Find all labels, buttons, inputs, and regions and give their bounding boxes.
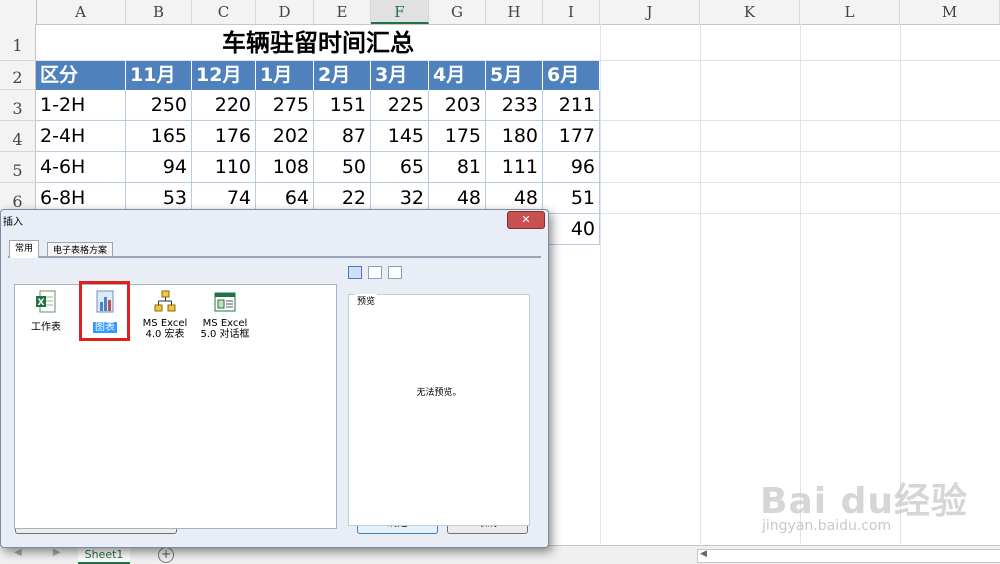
template-excel5-dialog[interactable]: MS Excel 5.0 对话框 [195, 290, 255, 340]
column-header-h[interactable]: H [486, 0, 543, 24]
row-label-cell[interactable]: 4-6H [36, 152, 126, 183]
column-header-l[interactable]: L [800, 0, 900, 24]
table-cell[interactable]: 94 [126, 152, 192, 183]
table-cell[interactable]: 81 [429, 152, 486, 183]
table-cell[interactable]: 65 [371, 152, 429, 183]
table-cell[interactable]: 220 [192, 90, 256, 121]
table-cell[interactable]: 50 [314, 152, 371, 183]
sheet-tab-sheet1[interactable]: Sheet1 [78, 546, 130, 564]
header-cell[interactable]: 3月 [371, 61, 429, 90]
table-cell[interactable]: 250 [126, 90, 192, 121]
table-cell[interactable]: 87 [314, 121, 371, 152]
table-cell[interactable]: 275 [256, 90, 314, 121]
dialog-title: 插入 [3, 217, 23, 228]
select-all-corner[interactable] [0, 0, 37, 24]
column-header-f[interactable]: F [371, 0, 429, 24]
header-cell[interactable]: 1月 [256, 61, 314, 90]
horizontal-scrollbar[interactable]: ◀ [697, 549, 1000, 563]
template-excel4-macro[interactable]: MS Excel 4.0 宏表 [135, 290, 195, 340]
dialog-close-button[interactable]: ✕ [507, 211, 545, 229]
table-cell[interactable]: 203 [429, 90, 486, 121]
table-cell[interactable]: 233 [486, 90, 543, 121]
column-header-i[interactable]: I [543, 0, 600, 24]
column-header-j[interactable]: J [600, 0, 700, 24]
table-cell[interactable]: 202 [256, 121, 314, 152]
gridline [700, 24, 701, 544]
row-header-4[interactable]: 4 [0, 121, 36, 152]
svg-text:X: X [38, 298, 45, 308]
table-cell[interactable]: 40 [543, 214, 600, 245]
scroll-left-arrow-icon[interactable]: ◀ [700, 549, 707, 559]
tab-common[interactable]: 常用 [9, 240, 40, 258]
macro-sheet-icon [154, 290, 176, 314]
row-header-2[interactable]: 2 [0, 61, 36, 90]
header-cell[interactable]: 6月 [543, 61, 600, 90]
column-header-m[interactable]: M [900, 0, 1000, 24]
preview-group: 预览 无法预览。 [348, 294, 530, 526]
column-header-k[interactable]: K [700, 0, 800, 24]
sheet-title-cell[interactable]: 车辆驻留时间汇总 [36, 24, 600, 60]
header-cell[interactable]: 2月 [314, 61, 371, 90]
table-cell[interactable]: 96 [543, 152, 600, 183]
tab-panel-border [8, 256, 541, 258]
row-header-1[interactable]: 1 [0, 24, 36, 61]
template-label: MS Excel 5.0 对话框 [200, 318, 250, 340]
baidu-watermark: Bai du经验 jingyan.baidu.com [760, 462, 990, 542]
column-header-d[interactable]: D [256, 0, 314, 24]
list-view-icon[interactable] [368, 266, 382, 279]
gridline [600, 24, 601, 544]
table-header-row: 区分 11月 12月 1月 2月 3月 4月 5月 6月 [36, 61, 600, 90]
table-cell[interactable]: 175 [429, 121, 486, 152]
template-label: 工作表 [31, 322, 61, 333]
table-cell[interactable]: 145 [371, 121, 429, 152]
column-header-a[interactable]: A [36, 0, 126, 24]
table-cell[interactable]: 176 [192, 121, 256, 152]
details-view-icon[interactable] [388, 266, 402, 279]
column-header-b[interactable]: B [126, 0, 192, 24]
row-header-5[interactable]: 5 [0, 152, 36, 183]
table-cell[interactable]: 225 [371, 90, 429, 121]
sheet-nav-arrows[interactable]: ◀ ▶ [14, 547, 75, 558]
column-header-e[interactable]: E [314, 0, 371, 24]
header-cell[interactable]: 4月 [429, 61, 486, 90]
table-cell[interactable]: 110 [192, 152, 256, 183]
preview-message: 无法预览。 [416, 388, 462, 398]
watermark-brand: Bai du经验 [760, 481, 969, 522]
header-cell[interactable]: 5月 [486, 61, 543, 90]
row-header-3[interactable]: 3 [0, 90, 36, 121]
table-cell[interactable]: 211 [543, 90, 600, 121]
table-cell[interactable]: 151 [314, 90, 371, 121]
red-highlight-box [79, 281, 130, 341]
table-cell[interactable]: 51 [543, 183, 600, 214]
row-label-cell[interactable]: 1-2H [36, 90, 126, 121]
dialog-sheet-icon [214, 290, 236, 314]
table-cell[interactable]: 180 [486, 121, 543, 152]
table-cell[interactable]: 177 [543, 121, 600, 152]
large-icons-view-icon[interactable] [348, 266, 362, 279]
column-header-c[interactable]: C [192, 0, 256, 24]
template-worksheet[interactable]: X 工作表 [16, 290, 76, 333]
row-label-cell[interactable]: 2-4H [36, 121, 126, 152]
column-header-bar: A B C D E F G H I J K L M [0, 0, 1000, 25]
header-cell[interactable]: 11月 [126, 61, 192, 90]
header-cell[interactable]: 区分 [36, 61, 126, 90]
table-cell[interactable]: 108 [256, 152, 314, 183]
column-header-g[interactable]: G [429, 0, 486, 24]
template-label: MS Excel 4.0 宏表 [142, 318, 188, 340]
header-cell[interactable]: 12月 [192, 61, 256, 90]
table-cell[interactable]: 165 [126, 121, 192, 152]
watermark-url: jingyan.baidu.com [762, 518, 892, 534]
add-sheet-button[interactable]: + [158, 547, 174, 563]
preview-label: 预览 [355, 294, 378, 307]
table-cell[interactable]: 111 [486, 152, 543, 183]
excel-sheet-icon: X [35, 290, 57, 314]
